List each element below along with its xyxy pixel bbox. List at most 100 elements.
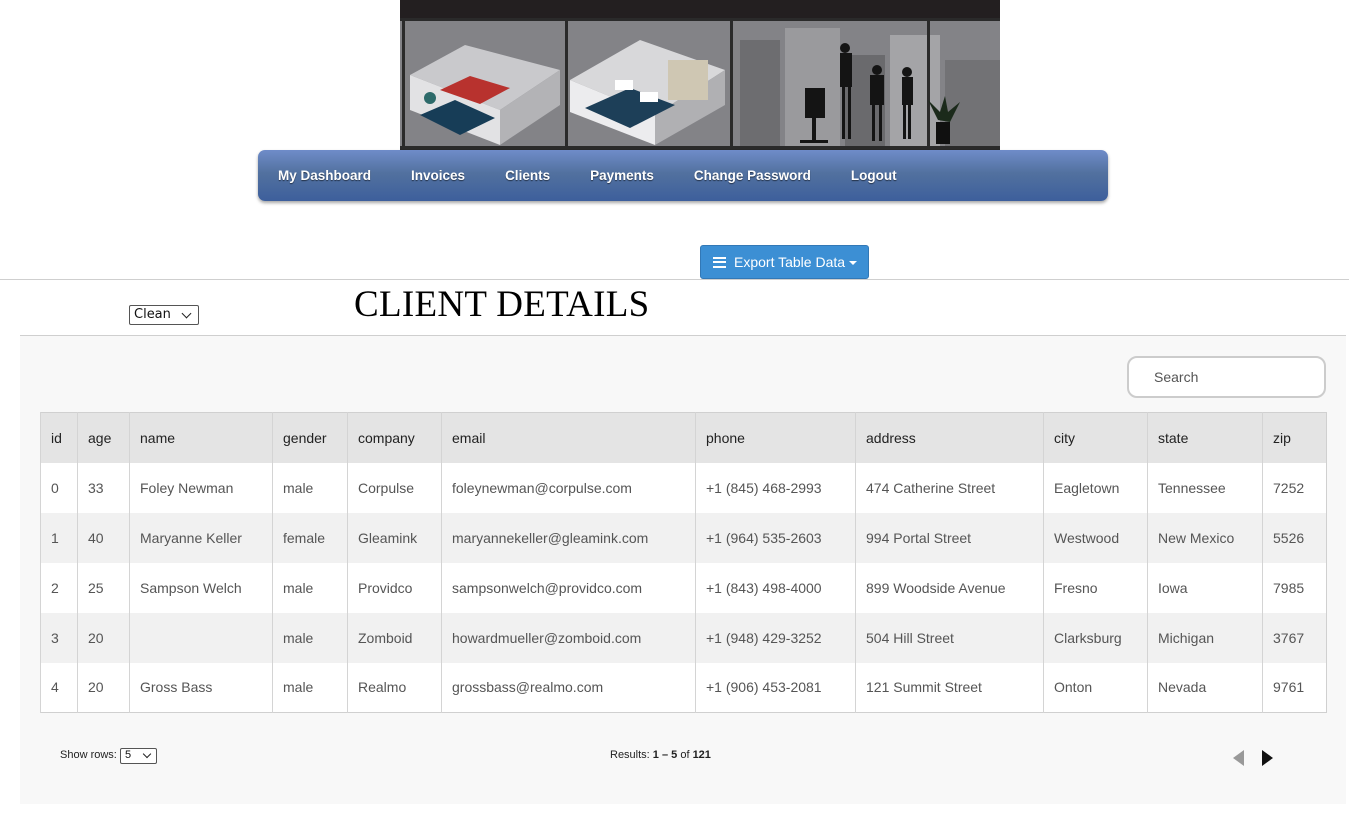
clients-table: id age name gender company email phone a… [40, 412, 1327, 713]
divider-top [0, 279, 1349, 280]
cell-state: Nevada [1147, 662, 1263, 713]
export-button-label: Export Table Data [734, 254, 846, 270]
hamburger-menu-icon [713, 254, 726, 270]
table-row[interactable]: 4 20 Gross Bass male Realmo grossbass@re… [40, 662, 1327, 713]
cell-email: maryannekeller@gleamink.com [441, 512, 696, 563]
column-header-age[interactable]: age [77, 412, 130, 463]
next-page-icon[interactable] [1262, 750, 1273, 766]
cell-id: 0 [40, 462, 78, 513]
column-header-company[interactable]: company [347, 412, 442, 463]
main-nav-bar: My Dashboard Invoices Clients Payments C… [258, 150, 1108, 201]
results-range: 1 – 5 [652, 749, 678, 761]
cell-phone: +1 (845) 468-2993 [695, 462, 856, 513]
cell-id: 2 [40, 562, 78, 613]
cell-address: 504 Hill Street [855, 612, 1044, 663]
table-panel: id age name gender company email phone a… [20, 336, 1346, 804]
cell-name: Maryanne Keller [129, 512, 273, 563]
column-header-gender[interactable]: gender [272, 412, 348, 463]
cell-age: 33 [77, 462, 130, 513]
results-summary: Results: 1 – 5 of 121 [610, 749, 711, 761]
cell-email: sampsonwelch@providco.com [441, 562, 696, 613]
office-banner-image [400, 0, 1000, 150]
cell-age: 20 [77, 662, 130, 713]
nav-item-payments[interactable]: Payments [590, 168, 654, 183]
cell-state: Tennessee [1147, 462, 1263, 513]
table-row[interactable]: 2 25 Sampson Welch male Providco sampson… [40, 562, 1327, 613]
cell-address: 121 Summit Street [855, 662, 1044, 713]
cell-zip: 9761 [1262, 662, 1327, 713]
cell-id: 4 [40, 662, 78, 713]
cell-email: howardmueller@zomboid.com [441, 612, 696, 663]
cell-name [129, 612, 273, 663]
column-header-address[interactable]: address [855, 412, 1044, 463]
table-row[interactable]: 0 33 Foley Newman male Corpulse foleynew… [40, 462, 1327, 513]
search-input[interactable] [1127, 356, 1326, 398]
results-prefix: Results: [610, 749, 653, 761]
theme-select-value: Clean [134, 307, 171, 322]
cell-phone: +1 (948) 429-3252 [695, 612, 856, 663]
cell-name: Sampson Welch [129, 562, 273, 613]
cell-company: Zomboid [347, 612, 442, 663]
cell-company: Gleamink [347, 512, 442, 563]
chevron-down-icon [181, 308, 192, 319]
cell-state: Iowa [1147, 562, 1263, 613]
cell-zip: 7252 [1262, 462, 1327, 513]
cell-city: Clarksburg [1043, 612, 1148, 663]
cell-id: 3 [40, 612, 78, 663]
theme-select[interactable]: Clean [129, 305, 199, 325]
results-of: of [677, 749, 693, 761]
cell-name: Foley Newman [129, 462, 273, 513]
results-total: 121 [692, 749, 711, 761]
column-header-name[interactable]: name [129, 412, 273, 463]
cell-address: 474 Catherine Street [855, 462, 1044, 513]
cell-phone: +1 (964) 535-2603 [695, 512, 856, 563]
cell-city: Westwood [1043, 512, 1148, 563]
cell-phone: +1 (843) 498-4000 [695, 562, 856, 613]
rows-per-page-select[interactable]: 5 [120, 748, 157, 764]
caret-down-icon [849, 261, 858, 265]
nav-item-change-password[interactable]: Change Password [694, 168, 811, 183]
table-row[interactable]: 3 20 male Zomboid howardmueller@zomboid.… [40, 612, 1327, 663]
nav-item-my-dashboard[interactable]: My Dashboard [278, 168, 371, 183]
table-row[interactable]: 1 40 Maryanne Keller female Gleamink mar… [40, 512, 1327, 563]
column-header-phone[interactable]: phone [695, 412, 856, 463]
cell-company: Realmo [347, 662, 442, 713]
cell-id: 1 [40, 512, 78, 563]
cell-phone: +1 (906) 453-2081 [695, 662, 856, 713]
prev-page-icon[interactable] [1233, 750, 1244, 766]
cell-state: New Mexico [1147, 512, 1263, 563]
export-table-data-button[interactable]: Export Table Data [700, 245, 869, 279]
cell-address: 994 Portal Street [855, 512, 1044, 563]
cell-age: 40 [77, 512, 130, 563]
nav-item-invoices[interactable]: Invoices [411, 168, 465, 183]
cell-gender: male [272, 462, 348, 513]
cell-gender: male [272, 612, 348, 663]
page-title: CLIENT DETAILS [354, 284, 650, 325]
show-rows-label: Show rows: [60, 749, 117, 761]
column-header-id[interactable]: id [40, 412, 78, 463]
cell-city: Fresno [1043, 562, 1148, 613]
nav-item-clients[interactable]: Clients [505, 168, 550, 183]
column-header-email[interactable]: email [441, 412, 696, 463]
cell-zip: 5526 [1262, 512, 1327, 563]
cell-age: 20 [77, 612, 130, 663]
cell-state: Michigan [1147, 612, 1263, 663]
column-header-zip[interactable]: zip [1262, 412, 1327, 463]
cell-address: 899 Woodside Avenue [855, 562, 1044, 613]
cell-city: Eagletown [1043, 462, 1148, 513]
cell-email: foleynewman@corpulse.com [441, 462, 696, 513]
column-header-state[interactable]: state [1147, 412, 1263, 463]
cell-company: Providco [347, 562, 442, 613]
rows-per-page-value: 5 [125, 749, 132, 761]
table-header-row: id age name gender company email phone a… [40, 412, 1327, 463]
cell-gender: female [272, 512, 348, 563]
cell-name: Gross Bass [129, 662, 273, 713]
cell-zip: 7985 [1262, 562, 1327, 613]
chevron-down-icon [142, 749, 152, 759]
cell-email: grossbass@realmo.com [441, 662, 696, 713]
cell-company: Corpulse [347, 462, 442, 513]
cell-zip: 3767 [1262, 612, 1327, 663]
column-header-city[interactable]: city [1043, 412, 1148, 463]
nav-item-logout[interactable]: Logout [851, 168, 897, 183]
cell-gender: male [272, 662, 348, 713]
